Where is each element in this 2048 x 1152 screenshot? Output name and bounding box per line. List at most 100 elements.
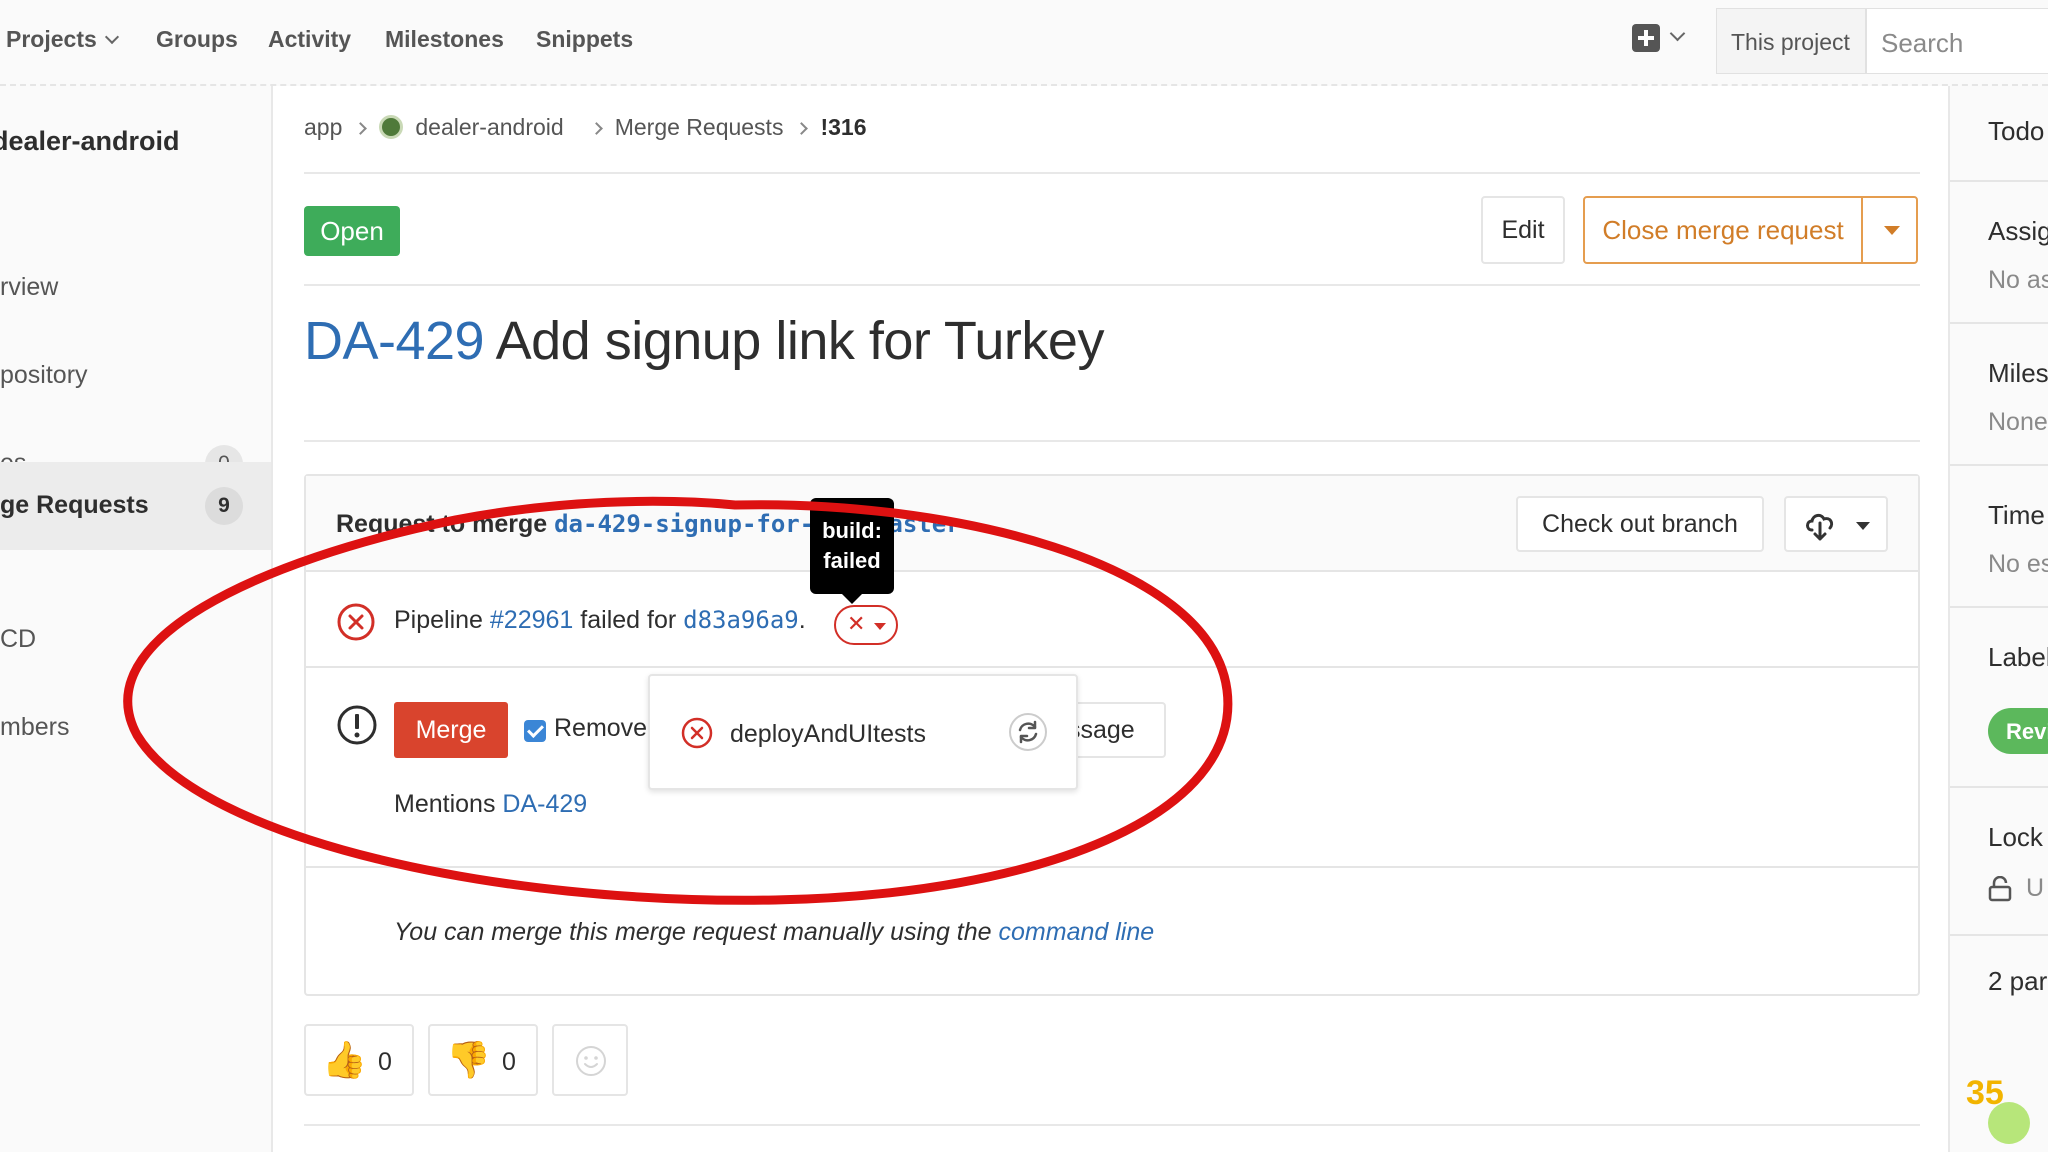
- nav-activity[interactable]: Activity: [268, 26, 351, 53]
- project-avatar-icon: [379, 115, 404, 139]
- remove-source-branch-checkbox[interactable]: [524, 720, 546, 742]
- sidebar-item-merge-requests[interactable]: ge Requests 9: [0, 462, 271, 550]
- job-name-link[interactable]: deployAndUItests: [730, 720, 926, 749]
- labels-block: Label: [1950, 608, 2048, 788]
- sidebar-item-label: ge Requests: [0, 491, 149, 519]
- merge-button[interactable]: Merge: [394, 702, 508, 758]
- smiley-icon: [576, 1046, 606, 1076]
- sidebar-item-label: CD: [0, 625, 37, 653]
- todo-block: Todo: [1950, 86, 2048, 182]
- issue-reference-link[interactable]: DA-429: [304, 311, 485, 371]
- commit-sha-link[interactable]: d83a96a9: [683, 606, 799, 634]
- thumbs-down-award-button[interactable]: 👎 0: [428, 1024, 538, 1096]
- command-line-link[interactable]: command line: [999, 918, 1155, 946]
- sidebar-item-label: mbers: [0, 713, 70, 741]
- close-merge-request-button[interactable]: Close merge request: [1583, 196, 1863, 264]
- sidebar-item-members[interactable]: mbers: [0, 684, 271, 772]
- edit-button[interactable]: Edit: [1481, 196, 1565, 264]
- mentions-prefix: Mentions: [394, 790, 503, 818]
- download-icon: [1806, 513, 1834, 541]
- thumbs-up-count: 0: [378, 1048, 392, 1076]
- labels-title: Label: [1988, 642, 2048, 672]
- lock-title: Lock: [1988, 822, 2043, 852]
- breadcrumb-merge-requests[interactable]: Merge Requests: [615, 114, 784, 141]
- mentioned-issue-link[interactable]: DA-429: [502, 790, 587, 818]
- retry-icon[interactable]: [1008, 712, 1048, 752]
- time-tracking-value: No es: [1988, 550, 2048, 578]
- nav-milestones[interactable]: Milestones: [385, 26, 504, 53]
- sidebar-project-name[interactable]: dealer-android: [0, 126, 180, 157]
- pipeline-middle: failed for: [573, 606, 684, 634]
- mentions-text: Mentions DA-429: [394, 790, 587, 819]
- pipeline-id-link[interactable]: #22961: [490, 606, 573, 634]
- participants-title: 2 par: [1988, 966, 2048, 996]
- manual-merge-row: You can merge this merge request manuall…: [306, 868, 1918, 994]
- unlock-icon: [1988, 876, 2012, 902]
- breadcrumb-current[interactable]: !316: [820, 114, 866, 141]
- right-sidebar: Todo Assig No as Miles None Time No es L…: [1948, 86, 2048, 1152]
- download-dropdown-button[interactable]: [1784, 496, 1888, 552]
- search-scope[interactable]: This project: [1716, 8, 1866, 74]
- pipeline-text: Pipeline #22961 failed for d83a96a9.: [394, 606, 806, 635]
- jobs-dropdown: deployAndUItests: [648, 674, 1078, 790]
- nav-snippets[interactable]: Snippets: [536, 26, 633, 53]
- top-navbar: Projects Groups Activity Milestones Snip…: [0, 0, 2048, 86]
- caret-down-icon: [874, 623, 886, 630]
- todo-button[interactable]: Todo: [1988, 116, 2044, 147]
- label-pill[interactable]: Revi: [1988, 708, 2048, 754]
- search-input[interactable]: Search: [1866, 8, 2048, 74]
- chevron-right-icon: [795, 122, 809, 135]
- nav-projects-dropdown[interactable]: Projects: [6, 26, 119, 53]
- chevron-down-icon[interactable]: [1669, 25, 1686, 42]
- new-item-plus-icon[interactable]: [1632, 24, 1660, 52]
- widget-header: Request to merge da-429-signup-for- into…: [306, 476, 1918, 572]
- sidebar-item-label: pository: [0, 361, 88, 389]
- tooltip-line-2: failed: [823, 548, 881, 573]
- lock-block: Lock U: [1950, 788, 2048, 936]
- add-reaction-button[interactable]: [552, 1024, 628, 1096]
- check-out-branch-button[interactable]: Check out branch: [1516, 496, 1764, 552]
- pipeline-prefix: Pipeline: [394, 606, 490, 634]
- manual-merge-prefix: You can merge this merge request manuall…: [394, 918, 999, 946]
- caret-down-icon: [1856, 522, 1870, 530]
- thumbs-up-award-button[interactable]: 👍 0: [304, 1024, 414, 1096]
- milestone-block: Miles None: [1950, 324, 2048, 466]
- assignee-block: Assig No as: [1950, 182, 2048, 324]
- manual-merge-text: You can merge this merge request manuall…: [394, 918, 1154, 947]
- time-tracking-block: Time No es: [1950, 466, 2048, 608]
- overlay-badge: 35: [1966, 1074, 2004, 1112]
- tooltip-line-1: build:: [822, 518, 882, 543]
- close-icon: ✕: [847, 611, 866, 636]
- thumbs-down-count: 0: [502, 1048, 516, 1076]
- chevron-right-icon: [589, 122, 603, 135]
- close-options-dropdown[interactable]: [1861, 196, 1918, 264]
- assignee-value: No as: [1988, 266, 2048, 294]
- divider: [304, 1124, 1920, 1126]
- merge-request-widget: Request to merge da-429-signup-for- into…: [304, 474, 1920, 996]
- chevron-down-icon: [104, 29, 119, 45]
- nav-groups[interactable]: Groups: [156, 26, 238, 53]
- build-stage-dropdown[interactable]: ✕: [834, 605, 898, 645]
- lock-value: U: [2026, 874, 2045, 902]
- page-title: DA-429 Add signup link for Turkey: [304, 310, 1104, 372]
- sidebar-item-overview[interactable]: rview: [0, 244, 271, 332]
- status-failed-icon[interactable]: [336, 602, 376, 642]
- sidebar-item-repository[interactable]: pository: [0, 332, 271, 420]
- sidebar-item-ci-cd[interactable]: CD: [0, 596, 271, 684]
- assignee-title: Assig: [1988, 216, 2048, 246]
- breadcrumb-app[interactable]: app: [304, 114, 342, 141]
- page-title-text: Add signup link for Turkey: [495, 311, 1105, 371]
- milestone-title: Miles: [1988, 358, 2048, 388]
- source-branch-link[interactable]: da-429-signup-for-: [554, 510, 814, 538]
- merge-requests-count-badge: 9: [205, 487, 243, 525]
- breadcrumb-project[interactable]: dealer-android: [379, 114, 577, 141]
- thumbs-up-icon: 👍: [322, 1039, 367, 1080]
- status-badge: Open: [304, 206, 400, 256]
- pipeline-status-row: Pipeline #22961 failed for d83a96a9. ✕: [306, 572, 1918, 668]
- project-sidebar: dealer-android rview pository es 0 ge Re…: [0, 86, 273, 1152]
- divider: [304, 284, 1920, 286]
- divider: [304, 172, 1920, 174]
- milestone-value: None: [1988, 408, 2048, 436]
- merge-info-prefix: Request to merge: [336, 510, 555, 538]
- thumbs-down-icon: 👎: [446, 1039, 491, 1080]
